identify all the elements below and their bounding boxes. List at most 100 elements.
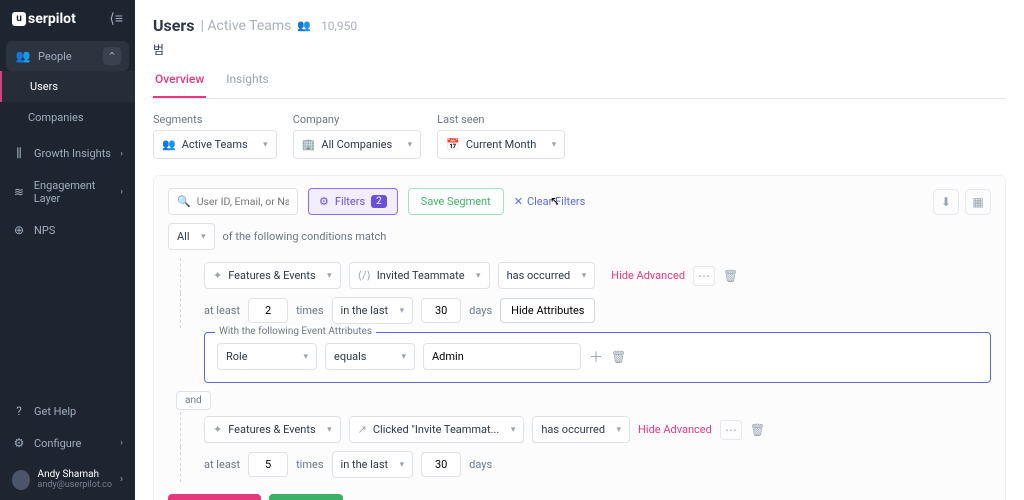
download-icon[interactable]: ⬇ — [933, 189, 959, 215]
chevron-right-icon: › — [120, 187, 123, 197]
sidebar-item-configure[interactable]: ⚙ Configure › — [0, 427, 135, 459]
count-input[interactable] — [248, 452, 288, 477]
days-input[interactable] — [421, 298, 461, 323]
main-content: Users | Active Teams 👥 10,950 범 Overview… — [135, 0, 1024, 500]
condition-type-select[interactable]: ✦Features & Events — [204, 262, 341, 289]
period-select[interactable]: in the last — [332, 297, 414, 324]
tab-insights[interactable]: Insights — [224, 62, 270, 98]
operator-select[interactable]: has occurred — [498, 262, 596, 289]
attr-box-title: With the following Event Attributes — [215, 326, 376, 337]
hide-advanced-link[interactable]: Hide Advanced — [638, 423, 712, 436]
globe-icon: ⊕ — [12, 223, 26, 237]
sidebar-item-growth[interactable]: ⫼ Growth Insights › — [0, 137, 135, 170]
page-subtitle: | Active Teams — [200, 18, 291, 34]
trash-icon[interactable]: 🗑 — [750, 423, 765, 437]
add-condition-button[interactable]: Add Condition — [168, 494, 261, 500]
period-select[interactable]: in the last — [332, 451, 414, 478]
match-selector[interactable]: All — [168, 223, 215, 250]
sidebar-item-users[interactable]: Users — [0, 71, 135, 102]
more-icon[interactable]: ⋯ — [720, 420, 742, 440]
sidebar-item-label: Engagement Layer — [34, 179, 123, 205]
sidebar-item-people[interactable]: 👥 People ⌃ — [6, 41, 129, 71]
match-text: of the following conditions match — [223, 230, 387, 243]
sidebar-item-nps[interactable]: ⊕ NPS — [0, 214, 135, 246]
page-count: 10,950 — [321, 19, 357, 33]
page-title: Users — [153, 16, 194, 35]
trash-icon[interactable]: 🗑 — [723, 269, 738, 283]
attr-op-select[interactable]: equals — [325, 343, 415, 370]
people-icon: 👥 — [162, 138, 176, 151]
unit-label: days — [469, 458, 492, 471]
count-input[interactable] — [248, 298, 288, 323]
search-icon: 🔍 — [177, 195, 191, 208]
sidebar-item-help[interactable]: ? Get Help — [0, 395, 135, 427]
search-input[interactable]: 🔍 — [168, 188, 298, 215]
search-field[interactable] — [197, 195, 289, 208]
times-label: times — [296, 304, 323, 317]
and-connector: and — [176, 391, 211, 410]
condition-type-select[interactable]: ✦Features & Events — [204, 416, 341, 443]
columns-icon[interactable]: ▦ — [965, 189, 991, 215]
attr-field-select[interactable]: Role — [217, 343, 317, 370]
days-input[interactable] — [421, 452, 461, 477]
chevron-up-icon: ⌃ — [103, 47, 121, 65]
clear-filters-link[interactable]: ✕Clear Filters — [514, 195, 586, 208]
lastseen-select[interactable]: 📅Current Month — [437, 130, 565, 159]
run-query-button[interactable]: Run Query — [269, 494, 343, 500]
code-icon: ⟨/⟩ — [358, 269, 371, 282]
company-select[interactable]: 🏢All Companies — [293, 130, 421, 159]
gear-icon: ⚙ — [12, 436, 26, 450]
avatar — [12, 470, 30, 490]
plus-icon[interactable]: ＋ — [589, 347, 603, 367]
segments-select[interactable]: 👥Active Teams — [153, 130, 277, 159]
filter-label: Last seen — [437, 113, 565, 126]
event-select[interactable]: ↗Clicked "Invite Teammat... — [349, 416, 525, 443]
sidebar-item-companies[interactable]: Companies — [0, 102, 135, 133]
spark-icon: ✦ — [213, 269, 222, 282]
chevron-right-icon: › — [120, 438, 123, 448]
collapse-icon[interactable]: ⟨≡ — [109, 10, 123, 27]
sidebar-item-label: NPS — [34, 224, 55, 237]
tab-overview[interactable]: Overview — [153, 62, 206, 98]
tabs: Overview Insights — [153, 62, 1006, 99]
calendar-icon: 📅 — [446, 138, 460, 151]
filter-label: Segments — [153, 113, 277, 126]
at-least-label: at least — [204, 304, 240, 317]
user-name: Andy Shamah — [38, 469, 112, 480]
sidebar-item-label: Users — [30, 80, 58, 93]
more-icon[interactable]: ⋯ — [693, 266, 715, 286]
times-label: times — [296, 458, 323, 471]
sidebar-item-label: Get Help — [34, 405, 76, 418]
save-segment-button[interactable]: Save Segment — [408, 188, 504, 215]
close-icon: ✕ — [514, 195, 523, 208]
trash-icon[interactable]: 🗑 — [611, 350, 626, 364]
hide-advanced-link[interactable]: Hide Advanced — [611, 269, 685, 282]
unit-label: days — [469, 304, 492, 317]
chevron-right-icon: › — [120, 149, 123, 159]
people-icon: 👥 — [16, 49, 30, 63]
event-attributes-box: With the following Event Attributes Role… — [204, 332, 991, 383]
at-least-label: at least — [204, 458, 240, 471]
sidebar: userpilot ⟨≡ 👥 People ⌃ Users Companies … — [0, 0, 135, 500]
sidebar-item-label: Configure — [34, 437, 81, 450]
sliders-icon: ⚙ — [319, 195, 329, 208]
attr-value-input[interactable] — [423, 343, 581, 370]
filters-button[interactable]: ⚙ Filters 2 — [308, 188, 398, 215]
filters-count-badge: 2 — [371, 195, 387, 208]
chart-icon: ⫼ — [12, 146, 26, 161]
sidebar-item-engagement[interactable]: ≋ Engagement Layer › — [0, 170, 135, 214]
layers-icon: ≋ — [12, 185, 26, 199]
sidebar-user[interactable]: Andy Shamah andy@userpilot.co › — [0, 459, 135, 500]
sidebar-item-label: Growth Insights — [34, 147, 111, 160]
cursor-icon: ↗ — [358, 423, 367, 436]
sidebar-item-label: Companies — [28, 111, 84, 124]
people-icon: 👥 — [297, 19, 311, 32]
building-icon: 🏢 — [302, 138, 316, 151]
event-select[interactable]: ⟨/⟩Invited Teammate — [349, 262, 490, 289]
hide-attributes-button[interactable]: Hide Attributes — [500, 298, 595, 323]
filter-panel: 🔍 ⚙ Filters 2 Save Segment ✕Clear Filter… — [153, 175, 1006, 500]
operator-select[interactable]: has occurred — [532, 416, 630, 443]
spark-icon: ✦ — [213, 423, 222, 436]
help-icon: ? — [12, 404, 26, 418]
logo: userpilot — [12, 11, 76, 27]
